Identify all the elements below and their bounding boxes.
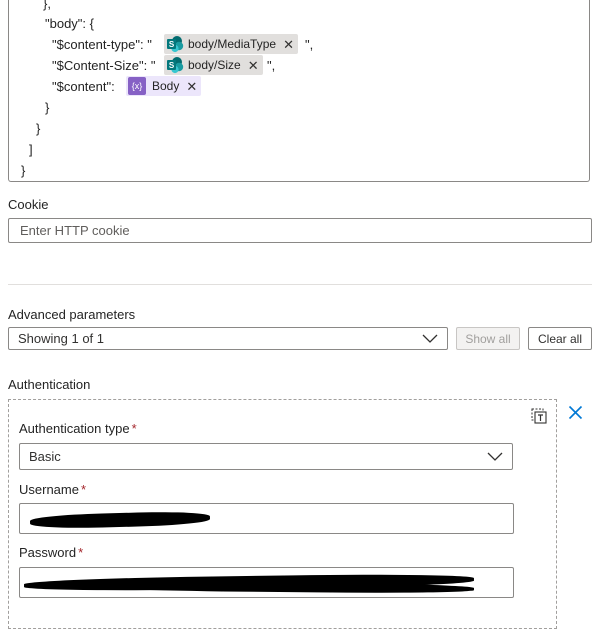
svg-text:S: S xyxy=(169,40,175,49)
dynamic-content-token-media-type[interactable]: S body/MediaType ✕ xyxy=(164,34,298,54)
required-marker: * xyxy=(131,421,137,436)
authentication-label: Authentication xyxy=(8,377,91,392)
code-line: ", xyxy=(267,58,276,73)
expression-icon: {x} xyxy=(128,77,146,95)
sharepoint-icon: S xyxy=(167,36,184,53)
body-code-editor[interactable]: }, "body": { "$content-type": " S body/M… xyxy=(8,0,590,182)
dropdown-value: Showing 1 of 1 xyxy=(18,331,105,346)
password-input[interactable] xyxy=(19,567,514,598)
code-line: ", xyxy=(305,37,314,52)
cookie-input[interactable] xyxy=(8,218,592,243)
sharepoint-icon: S xyxy=(167,57,184,74)
redaction-mark xyxy=(29,510,211,530)
text-format-icon[interactable] xyxy=(530,407,548,425)
remove-token-icon[interactable]: ✕ xyxy=(186,80,197,93)
show-all-button[interactable]: Show all xyxy=(456,327,520,350)
password-label: Password * xyxy=(19,545,83,560)
code-line: } xyxy=(21,163,26,178)
username-input[interactable] xyxy=(19,503,514,534)
token-label: body/MediaType xyxy=(188,37,277,51)
remove-token-icon[interactable]: ✕ xyxy=(248,59,259,72)
clear-all-button[interactable]: Clear all xyxy=(528,327,592,350)
code-line: "$content": xyxy=(52,79,115,94)
username-label-text: Username xyxy=(19,482,79,497)
authentication-type-label-text: Authentication type xyxy=(19,421,130,436)
remove-token-icon[interactable]: ✕ xyxy=(283,38,294,51)
code-line: } xyxy=(45,100,50,115)
required-marker: * xyxy=(80,482,87,497)
token-label: body/Size xyxy=(188,58,241,72)
authentication-type-label: Authentication type * xyxy=(19,421,137,436)
code-line: } xyxy=(36,121,41,136)
code-line: "$Content-Size": " xyxy=(52,58,156,73)
code-line: }, xyxy=(43,0,51,11)
chevron-down-icon xyxy=(487,452,503,461)
password-label-text: Password xyxy=(19,545,77,560)
cookie-label: Cookie xyxy=(8,197,49,212)
advanced-parameters-dropdown[interactable]: Showing 1 of 1 xyxy=(8,327,448,350)
code-line: "$content-type": " xyxy=(52,37,152,52)
dropdown-value: Basic xyxy=(29,449,61,464)
code-line: ] xyxy=(29,142,33,157)
code-line: "body": { xyxy=(45,16,94,31)
svg-text:S: S xyxy=(169,61,175,70)
chevron-down-icon xyxy=(422,334,438,343)
username-label: Username * xyxy=(19,482,86,497)
dynamic-content-token-body[interactable]: {x} Body ✕ xyxy=(126,76,202,96)
authentication-type-dropdown[interactable]: Basic xyxy=(19,443,513,470)
required-marker: * xyxy=(78,545,84,560)
advanced-parameters-label: Advanced parameters xyxy=(8,307,136,322)
token-label: Body xyxy=(152,79,180,93)
dynamic-content-token-size[interactable]: S body/Size ✕ xyxy=(164,55,263,75)
close-icon[interactable] xyxy=(568,405,583,420)
section-divider xyxy=(8,284,592,285)
